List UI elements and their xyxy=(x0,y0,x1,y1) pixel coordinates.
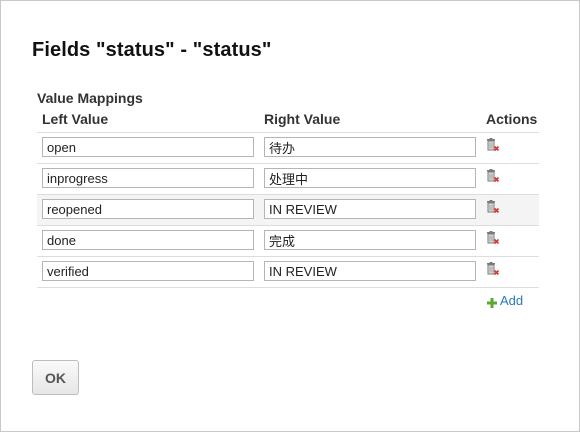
trash-delete-icon[interactable] xyxy=(486,138,500,152)
table-header: Left Value Right Value Actions xyxy=(37,109,539,133)
add-label: Add xyxy=(500,293,524,308)
dialog-title: Fields "status" - "status" xyxy=(32,39,272,61)
right-value-input[interactable] xyxy=(264,230,476,250)
left-value-input[interactable] xyxy=(42,199,254,219)
plus-icon xyxy=(487,296,497,308)
add-mapping-link[interactable]: Add xyxy=(487,293,523,308)
trash-delete-icon[interactable] xyxy=(486,200,500,214)
table-row xyxy=(37,195,539,226)
table-row xyxy=(37,164,539,195)
left-value-input[interactable] xyxy=(42,168,254,188)
field-mapping-dialog: Fields "status" - "status" Value Mapping… xyxy=(0,0,580,432)
right-value-input[interactable] xyxy=(264,137,476,157)
left-value-header: Left Value xyxy=(42,111,109,127)
table-row xyxy=(37,133,539,164)
right-value-input[interactable] xyxy=(264,199,476,219)
trash-delete-icon[interactable] xyxy=(486,231,500,245)
ok-button[interactable]: OK xyxy=(32,360,79,395)
right-value-header: Right Value xyxy=(264,111,341,127)
trash-delete-icon[interactable] xyxy=(486,169,500,183)
left-value-input[interactable] xyxy=(42,137,254,157)
right-value-input[interactable] xyxy=(264,168,476,188)
table-row xyxy=(37,226,539,257)
left-value-input[interactable] xyxy=(42,230,254,250)
value-mappings-table: Left Value Right Value Actions xyxy=(37,109,539,288)
right-value-input[interactable] xyxy=(264,261,476,281)
actions-header: Actions xyxy=(486,111,538,127)
left-value-input[interactable] xyxy=(42,261,254,281)
value-mappings-title: Value Mappings xyxy=(37,90,143,106)
table-row xyxy=(37,257,539,288)
trash-delete-icon[interactable] xyxy=(486,262,500,276)
